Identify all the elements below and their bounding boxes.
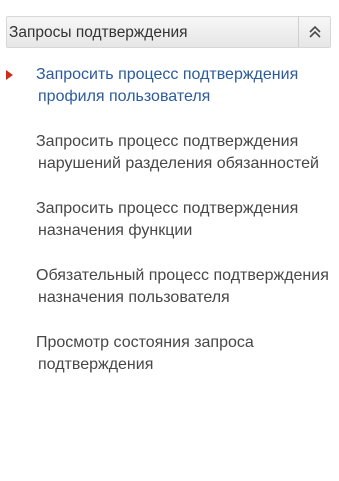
nav-item-label: Просмотр состояния запроса подтверждения xyxy=(36,334,254,373)
panel-title: Запросы подтверждения xyxy=(9,24,188,41)
link-request-user-profile-attestation[interactable]: Запросить процесс подтверждения профиля … xyxy=(0,64,339,108)
active-item-marker-icon xyxy=(6,70,13,80)
panel-header: Запросы подтверждения xyxy=(6,16,331,48)
nav-item-label: Запросить процесс подтверждения профиля … xyxy=(36,66,299,105)
nav-item-label: Обязательный процесс подтверждения назна… xyxy=(36,267,329,306)
attestation-requests-panel: Запросы подтверждения Запросить процесс … xyxy=(0,0,339,481)
double-chevron-up-icon xyxy=(308,25,321,38)
link-view-attestation-request-status[interactable]: Просмотр состояния запроса подтверждения xyxy=(0,332,339,376)
nav-item-label: Запросить процесс подтверждения назначен… xyxy=(36,200,299,239)
collapse-panel-button[interactable] xyxy=(298,17,330,47)
link-mandatory-user-assignment-attestation[interactable]: Обязательный процесс подтверждения назна… xyxy=(0,265,339,309)
attestation-links-list: Запросить процесс подтверждения профиля … xyxy=(0,64,339,399)
nav-item-label: Запросить процесс подтверждения нарушени… xyxy=(36,133,319,172)
link-request-sod-violation-attestation[interactable]: Запросить процесс подтверждения нарушени… xyxy=(0,131,339,175)
link-request-role-assignment-attestation[interactable]: Запросить процесс подтверждения назначен… xyxy=(0,198,339,242)
